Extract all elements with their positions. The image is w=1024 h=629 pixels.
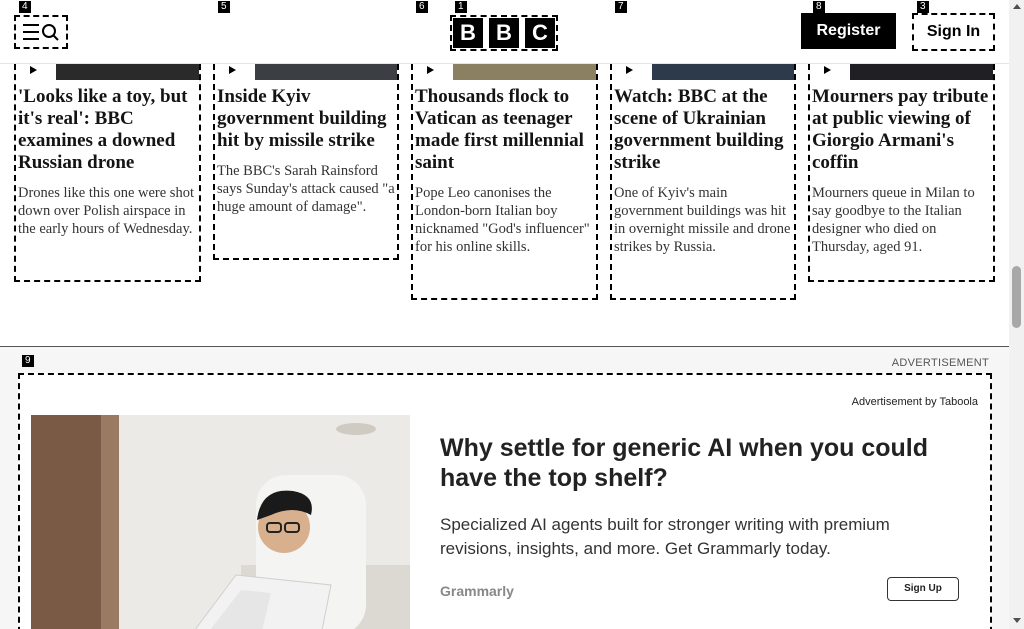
annotation-badge: 8 [813,1,825,13]
thumbnail-image [56,64,199,80]
annotation-badge: 3 [917,1,929,13]
ad-description: Specialized AI agents built for stronger… [440,515,890,558]
play-icon [427,66,434,74]
logo-letter-c: C [525,18,555,48]
thumbnail-image [453,64,596,80]
site-header: B B C Register Sign In [0,0,1009,64]
annotation-badge: 1 [455,1,467,13]
signin-button[interactable]: Sign In [912,13,995,51]
video-thumbnail[interactable] [215,64,397,80]
logo-letter-b1: B [453,18,483,48]
article-card[interactable]: Inside Kyiv government building hit by m… [213,64,399,260]
ad-attribution[interactable]: Advertisement by Taboola [852,396,978,408]
article-headline[interactable]: Mourners pay tribute at public viewing o… [810,86,993,174]
video-thumbnail[interactable] [413,64,596,80]
advertisement-label: ADVERTISEMENT [891,357,989,369]
annotation-badge: 6 [416,1,428,13]
scrollbar-thumb[interactable] [1012,266,1021,328]
play-icon [626,66,633,74]
article-headline[interactable]: 'Looks like a toy, but it's real': BBC e… [16,86,199,174]
article-card[interactable]: Watch: BBC at the scene of Ukrainian gov… [610,64,796,300]
annotation-badge: 4 [19,1,31,13]
menu-search-icon [23,24,59,41]
video-thumbnail[interactable] [612,64,794,80]
ad-headline[interactable]: Why settle for generic AI when you could… [440,433,980,493]
article-summary: Drones like this one were shot down over… [18,185,194,237]
article-card[interactable]: Thousands flock to Vatican as teenager m… [411,64,598,300]
advertisement-section: 9 ADVERTISEMENT Advertisement by Taboola… [0,347,1009,629]
play-icon [229,66,236,74]
article-card[interactable]: 'Looks like a toy, but it's real': BBC e… [14,64,201,282]
bbc-logo[interactable]: B B C [450,15,558,51]
video-thumbnail[interactable] [16,64,199,80]
annotation-badge: 5 [218,1,230,13]
ad-brand[interactable]: Grammarly [440,583,514,599]
article-summary: Pope Leo canonises the London-born Itali… [415,185,590,255]
advertisement-card[interactable]: Advertisement by Taboola Why settle for … [18,373,992,629]
scroll-down-arrow-icon[interactable] [1013,618,1021,623]
thumbnail-image [850,64,993,80]
article-summary: The BBC's Sarah Rainsford says Sunday's … [217,163,395,215]
play-icon [30,66,37,74]
scroll-up-arrow-icon[interactable] [1013,4,1021,9]
ad-photo-illustration [31,415,410,629]
thumbnail-image [255,64,397,80]
page-scrollbar[interactable] [1009,0,1024,629]
ad-image[interactable] [31,415,410,629]
article-summary: Mourners queue in Milan to say goodbye t… [812,185,975,255]
article-headline[interactable]: Watch: BBC at the scene of Ukrainian gov… [612,86,794,174]
ad-signup-button[interactable]: Sign Up [887,577,959,601]
annotation-badge: 9 [22,355,34,367]
play-icon [824,66,831,74]
article-summary: One of Kyiv's main government buildings … [614,185,791,255]
article-headline[interactable]: Thousands flock to Vatican as teenager m… [413,86,596,174]
logo-letter-b2: B [489,18,519,48]
article-headline[interactable]: Inside Kyiv government building hit by m… [215,86,397,152]
thumbnail-image [652,64,794,80]
menu-search-button[interactable] [14,15,68,49]
article-card[interactable]: Mourners pay tribute at public viewing o… [808,64,995,282]
video-thumbnail[interactable] [810,64,993,80]
annotation-badge: 7 [615,1,627,13]
register-button[interactable]: Register [801,13,896,49]
